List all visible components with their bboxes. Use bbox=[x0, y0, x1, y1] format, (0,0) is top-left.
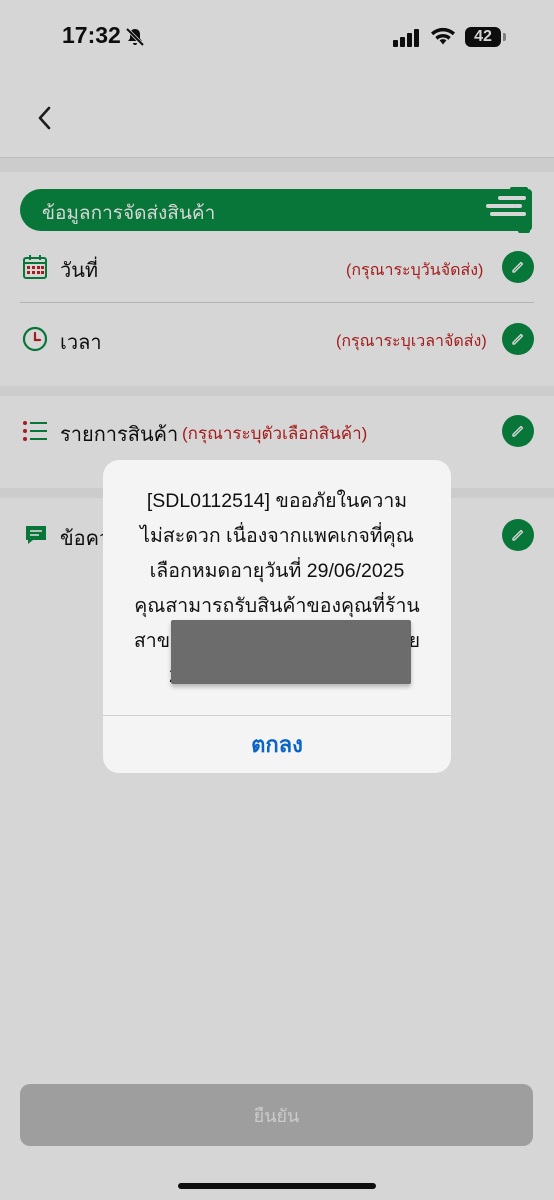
alert-message-line: เลือกหมดอายุวันที่ 29/06/2025 bbox=[149, 560, 405, 582]
redaction-block bbox=[171, 620, 411, 684]
alert-message-line: ไม่สะดวก เนื่องจากแพคเกจที่คุณ bbox=[140, 525, 414, 547]
alert-dialog: [SDL0112514] ขออภัยในความ ไม่สะดวก เนื่อ… bbox=[103, 460, 451, 773]
alert-ok-button[interactable]: ตกลง bbox=[103, 716, 451, 773]
alert-message-line: คุณสามารถรับสินค้าของคุณที่ร้าน bbox=[134, 595, 420, 617]
alert-message-line: [SDL0112514] ขออภัยในความ bbox=[146, 490, 408, 512]
